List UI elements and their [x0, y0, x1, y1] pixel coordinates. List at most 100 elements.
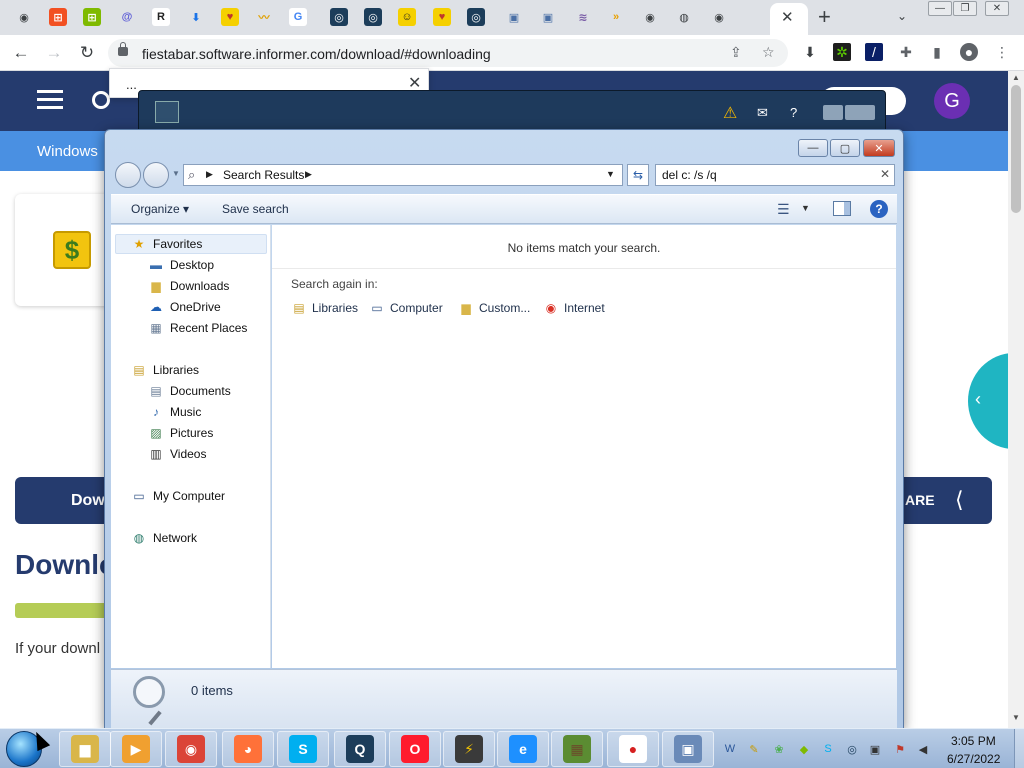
- chrome-favicon-1[interactable]: ◉: [15, 8, 33, 26]
- chart-favicon[interactable]: 〰: [255, 8, 273, 26]
- nav-desktop[interactable]: ▬ Desktop: [148, 256, 214, 274]
- help-icon[interactable]: ?: [870, 200, 888, 218]
- taskbar-firefox[interactable]: ◕: [222, 731, 274, 767]
- page-scrollbar[interactable]: ▲ ▼: [1008, 71, 1024, 728]
- side-tab[interactable]: [968, 353, 1008, 449]
- profile-icon[interactable]: ●: [960, 43, 978, 61]
- taskbar-fruit-app[interactable]: ●: [607, 731, 659, 767]
- side-panel-icon[interactable]: ▮: [928, 43, 946, 61]
- minimize-browser-button[interactable]: —: [928, 1, 952, 16]
- forward-button[interactable]: [143, 162, 169, 188]
- new-tab-button[interactable]: +: [818, 4, 831, 30]
- heart-favicon[interactable]: ♥: [221, 8, 239, 26]
- r-favicon[interactable]: R: [152, 8, 170, 26]
- search-again-custom[interactable]: ▆ Custom...: [458, 299, 530, 317]
- close-button[interactable]: ✕: [863, 139, 895, 157]
- views-dropdown-icon[interactable]: ▼: [801, 203, 810, 213]
- leaf-tray-icon[interactable]: ❀: [772, 742, 786, 756]
- forward-arrow-icon[interactable]: →: [42, 41, 66, 65]
- nav-videos[interactable]: ▥ Videos: [148, 445, 206, 463]
- clock-time[interactable]: 3:05 PM: [951, 734, 996, 748]
- site-search-icon[interactable]: [92, 91, 110, 109]
- organize-button[interactable]: Organize ▾: [131, 202, 189, 216]
- address-bar[interactable]: fiestabar.software.informer.com/download…: [108, 39, 788, 67]
- arrow-favicon[interactable]: »: [607, 8, 625, 26]
- taskbar-explorer[interactable]: ▆: [59, 731, 111, 767]
- nav-onedrive[interactable]: ☁ OneDrive: [148, 298, 221, 316]
- back-button[interactable]: [115, 162, 141, 188]
- box-favicon-2[interactable]: ▣: [539, 8, 557, 26]
- warning-icon[interactable]: ⚠: [723, 103, 737, 123]
- nav-downloads[interactable]: ▆ Downloads: [148, 277, 229, 295]
- taskbar-internet-explorer[interactable]: e: [497, 731, 549, 767]
- nav-network[interactable]: ◍ Network: [131, 529, 197, 547]
- back-arrow-icon[interactable]: ←: [9, 41, 33, 65]
- box-favicon-1[interactable]: ▣: [505, 8, 523, 26]
- pen-tray-icon[interactable]: ✎: [747, 742, 761, 756]
- globe-favicon[interactable]: ◍: [675, 8, 693, 26]
- close-browser-button[interactable]: ✕: [985, 1, 1009, 16]
- skype-tray-icon[interactable]: S: [821, 742, 835, 756]
- app-minimize-button[interactable]: [823, 105, 843, 120]
- breadcrumb-arrow-icon[interactable]: ▶: [305, 169, 312, 180]
- clear-search-icon[interactable]: ✕: [880, 167, 890, 181]
- search-query[interactable]: del c: /s /q: [662, 168, 717, 182]
- app-close-button[interactable]: [845, 105, 875, 120]
- taskbar-media-player[interactable]: ▶: [110, 731, 162, 767]
- preview-pane-icon[interactable]: [833, 201, 851, 216]
- url-text[interactable]: fiestabar.software.informer.com/download…: [142, 46, 491, 62]
- chevron-left-icon[interactable]: ‹: [975, 389, 981, 410]
- minimize-button[interactable]: —: [798, 139, 828, 157]
- nav-my-computer[interactable]: ▭ My Computer: [131, 487, 225, 505]
- nav-recent-places[interactable]: ▦ Recent Places: [148, 319, 247, 337]
- change-view-icon[interactable]: ☰: [777, 201, 790, 218]
- scroll-down-icon[interactable]: ▼: [1012, 713, 1020, 722]
- lock-icon[interactable]: [118, 42, 128, 56]
- flag-tray-icon[interactable]: ⚑: [893, 742, 907, 756]
- network-tray-icon[interactable]: ▣: [868, 742, 882, 756]
- help-circle-icon[interactable]: ?: [790, 105, 797, 120]
- downloads-icon[interactable]: ⬇: [801, 43, 819, 61]
- heart-favicon-2[interactable]: ♥: [433, 8, 451, 26]
- download-favicon[interactable]: ⬇: [187, 8, 205, 26]
- search-again-computer[interactable]: ▭ Computer: [369, 299, 442, 317]
- avatar[interactable]: G: [934, 83, 970, 119]
- search-input[interactable]: del c: /s /q ✕: [655, 164, 895, 186]
- breadcrumb[interactable]: Search Results: [223, 168, 304, 182]
- explorer-address-bar[interactable]: ⌕ ▶ Search Results ▶ ▼: [183, 164, 623, 186]
- restore-browser-button[interactable]: ❐: [953, 1, 977, 16]
- nav-music[interactable]: ♪ Music: [148, 403, 201, 421]
- extension-blue-icon[interactable]: /: [865, 43, 883, 61]
- wave-favicon[interactable]: ≋: [574, 8, 592, 26]
- taskbar-skype[interactable]: S: [277, 731, 329, 767]
- clock-date[interactable]: 6/27/2022: [947, 752, 1000, 766]
- google-favicon[interactable]: G: [289, 8, 307, 26]
- volume-tray-icon[interactable]: ◀: [916, 742, 930, 756]
- share-nodes-icon[interactable]: ⟨: [955, 487, 964, 513]
- word-tray-icon[interactable]: W: [723, 742, 737, 756]
- maximize-button[interactable]: ▢: [830, 139, 860, 157]
- nav-libraries[interactable]: ▤ Libraries: [131, 361, 199, 379]
- windows-favicon[interactable]: ⊞: [49, 8, 67, 26]
- share-icon[interactable]: ⇪: [730, 44, 742, 61]
- refresh-icon[interactable]: ⇆: [627, 164, 649, 186]
- reload-icon[interactable]: ↻: [75, 41, 99, 65]
- nav-favorites[interactable]: ★ Favorites: [131, 235, 203, 253]
- close-tab-icon[interactable]: ✕: [781, 8, 794, 26]
- cube-tray-icon[interactable]: ◆: [797, 742, 811, 756]
- taskbar-opera[interactable]: O: [389, 731, 441, 767]
- menu-kebab-icon[interactable]: ⋮: [993, 43, 1011, 61]
- at-favicon[interactable]: @: [118, 8, 136, 26]
- o-favicon-1[interactable]: ◎: [330, 8, 348, 26]
- search-again-internet[interactable]: ◉ Internet: [543, 299, 605, 317]
- extensions-puzzle-icon[interactable]: ✚: [897, 43, 915, 61]
- chrome-favicon-2[interactable]: ◉: [641, 8, 659, 26]
- taskbar-chrome[interactable]: ◉: [165, 731, 217, 767]
- q-tray-icon[interactable]: ◎: [845, 742, 859, 756]
- breadcrumb-arrow-icon[interactable]: ▶: [206, 169, 213, 180]
- save-search-button[interactable]: Save search: [222, 202, 289, 216]
- nav-documents[interactable]: ▤ Documents: [148, 382, 230, 400]
- hamburger-menu-icon[interactable]: [37, 90, 63, 110]
- taskbar-minecraft[interactable]: ▦: [551, 731, 603, 767]
- taskbar-search-app[interactable]: Q: [334, 731, 386, 767]
